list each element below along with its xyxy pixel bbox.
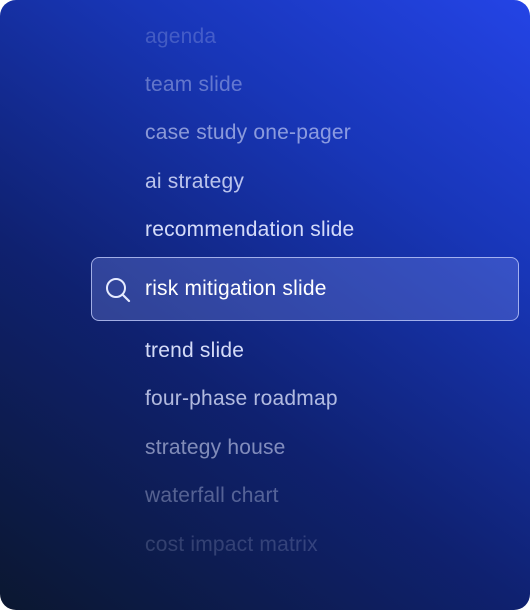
list-item-trend-slide[interactable]: trend slide (145, 338, 244, 364)
selected-item-label: risk mitigation slide (145, 277, 327, 300)
list-item-agenda[interactable]: agenda (145, 24, 216, 50)
list-item-team-slide[interactable]: team slide (145, 72, 243, 98)
list-item-four-phase-roadmap[interactable]: four-phase roadmap (145, 386, 338, 412)
list-item-strategy-house[interactable]: strategy house (145, 435, 286, 461)
list-item-waterfall-chart[interactable]: waterfall chart (145, 483, 279, 509)
list-item-recommendation-slide[interactable]: recommendation slide (145, 217, 354, 243)
selected-search-item[interactable]: risk mitigation slide (91, 257, 519, 321)
search-icon (106, 278, 131, 303)
list-item-ai-strategy[interactable]: ai strategy (145, 169, 244, 195)
list-item-cost-impact-matrix[interactable]: cost impact matrix (145, 532, 318, 558)
suggestion-panel: agenda team slide case study one-pager a… (0, 0, 530, 610)
list-item-case-study-one-pager[interactable]: case study one-pager (145, 120, 351, 146)
